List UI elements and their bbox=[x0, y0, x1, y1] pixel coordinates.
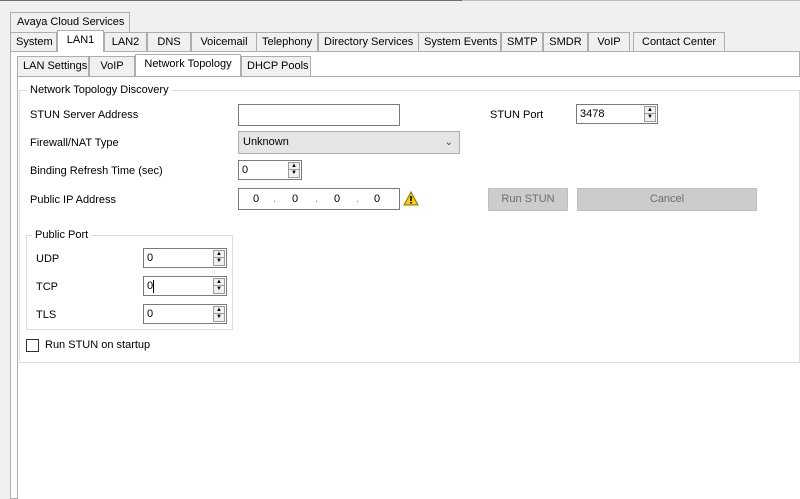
tab-lan-settings[interactable]: LAN Settings bbox=[17, 56, 89, 76]
ip-octet-1[interactable]: 0 bbox=[253, 192, 259, 206]
tab-lan2[interactable]: LAN2 bbox=[104, 32, 147, 52]
tcp-spin-buttons[interactable]: ▲ ▼ bbox=[213, 278, 225, 294]
tls-value: 0 bbox=[147, 308, 154, 320]
firewall-label: Firewall/NAT Type bbox=[30, 137, 119, 149]
stun-port-spin-buttons[interactable]: ▲ ▼ bbox=[644, 106, 656, 122]
ip-octet-2[interactable]: 0 bbox=[292, 192, 298, 206]
spin-down-icon[interactable]: ▼ bbox=[214, 314, 224, 321]
tcp-spinner[interactable]: 0 ▲ ▼ bbox=[143, 276, 227, 296]
udp-spinner[interactable]: 0 ▲ ▼ bbox=[143, 248, 227, 268]
tab-avaya-cloud-services[interactable]: Avaya Cloud Services bbox=[10, 12, 130, 32]
tab-smdr[interactable]: SMDR bbox=[543, 32, 588, 52]
tls-spin-buttons[interactable]: ▲ ▼ bbox=[213, 306, 225, 322]
firewall-type-value: Unknown bbox=[243, 136, 289, 148]
tab-smtp[interactable]: SMTP bbox=[501, 32, 543, 52]
tab-voip[interactable]: VoIP bbox=[89, 56, 135, 76]
tab-voicemail[interactable]: Voicemail bbox=[191, 32, 257, 52]
tab-telephony[interactable]: Telephony bbox=[256, 32, 318, 52]
udp-label: UDP bbox=[36, 253, 60, 265]
stun-server-input[interactable] bbox=[238, 104, 400, 126]
public-port-group-title: Public Port bbox=[32, 229, 92, 242]
spin-down-icon[interactable]: ▼ bbox=[214, 258, 224, 265]
tab-contact-center[interactable]: Contact Center bbox=[633, 32, 725, 52]
tab-system-events[interactable]: System Events bbox=[418, 32, 501, 52]
spin-up-icon[interactable]: ▲ bbox=[289, 163, 299, 170]
public-ip-input[interactable]: 0 . 0 . 0 . 0 bbox=[238, 188, 400, 210]
binding-refresh-value: 0 bbox=[242, 164, 249, 176]
ip-octet-4[interactable]: 0 bbox=[374, 192, 380, 206]
tls-spinner[interactable]: 0 ▲ ▼ bbox=[143, 304, 227, 324]
tab-system[interactable]: System bbox=[10, 32, 57, 52]
tab-voip[interactable]: VoIP bbox=[588, 32, 630, 52]
warning-icon bbox=[403, 191, 419, 206]
cancel-button[interactable]: Cancel bbox=[577, 188, 757, 211]
stun-server-label: STUN Server Address bbox=[30, 109, 139, 121]
binding-refresh-label: Binding Refresh Time (sec) bbox=[30, 165, 163, 177]
udp-value: 0 bbox=[147, 252, 154, 264]
tab-dns[interactable]: DNS bbox=[147, 32, 191, 52]
binding-refresh-spin-buttons[interactable]: ▲ ▼ bbox=[288, 162, 300, 178]
ip-dot: . bbox=[273, 193, 277, 205]
ip-dot: . bbox=[356, 193, 360, 205]
stun-port-value: 3478 bbox=[580, 108, 605, 120]
spin-up-icon[interactable]: ▲ bbox=[214, 251, 224, 258]
spin-down-icon[interactable]: ▼ bbox=[645, 114, 655, 121]
spin-up-icon[interactable]: ▲ bbox=[645, 107, 655, 114]
tls-label: TLS bbox=[36, 309, 57, 321]
tab-directory-services[interactable]: Directory Services bbox=[318, 32, 419, 52]
spin-up-icon[interactable]: ▲ bbox=[214, 307, 224, 314]
spin-down-icon[interactable]: ▼ bbox=[214, 286, 224, 293]
udp-spin-buttons[interactable]: ▲ ▼ bbox=[213, 250, 225, 266]
stun-port-spinner[interactable]: 3478 ▲ ▼ bbox=[576, 104, 658, 124]
run-on-startup-checkbox[interactable] bbox=[26, 339, 39, 352]
tab-lan1[interactable]: LAN1 bbox=[57, 30, 104, 52]
ip-octet-3[interactable]: 0 bbox=[334, 192, 340, 206]
text-caret bbox=[153, 280, 154, 293]
window-top-edge-dark bbox=[0, 0, 462, 1]
binding-refresh-spinner[interactable]: 0 ▲ ▼ bbox=[238, 160, 302, 180]
run-on-startup-label[interactable]: Run STUN on startup bbox=[45, 338, 150, 352]
public-ip-label: Public IP Address bbox=[30, 194, 117, 206]
discovery-group-title: Network Topology Discovery bbox=[27, 84, 172, 97]
stun-port-label: STUN Port bbox=[490, 109, 544, 121]
chevron-down-icon: ⌄ bbox=[444, 137, 453, 148]
firewall-type-select[interactable]: Unknown ⌄ bbox=[238, 131, 460, 154]
tab-network-topology[interactable]: Network Topology bbox=[135, 54, 241, 76]
spin-down-icon[interactable]: ▼ bbox=[289, 170, 299, 177]
spin-up-icon[interactable]: ▲ bbox=[214, 279, 224, 286]
tcp-label: TCP bbox=[36, 281, 58, 293]
ip-dot: . bbox=[315, 193, 319, 205]
tab-dhcp-pools[interactable]: DHCP Pools bbox=[241, 56, 311, 76]
run-stun-button[interactable]: Run STUN bbox=[488, 188, 568, 211]
